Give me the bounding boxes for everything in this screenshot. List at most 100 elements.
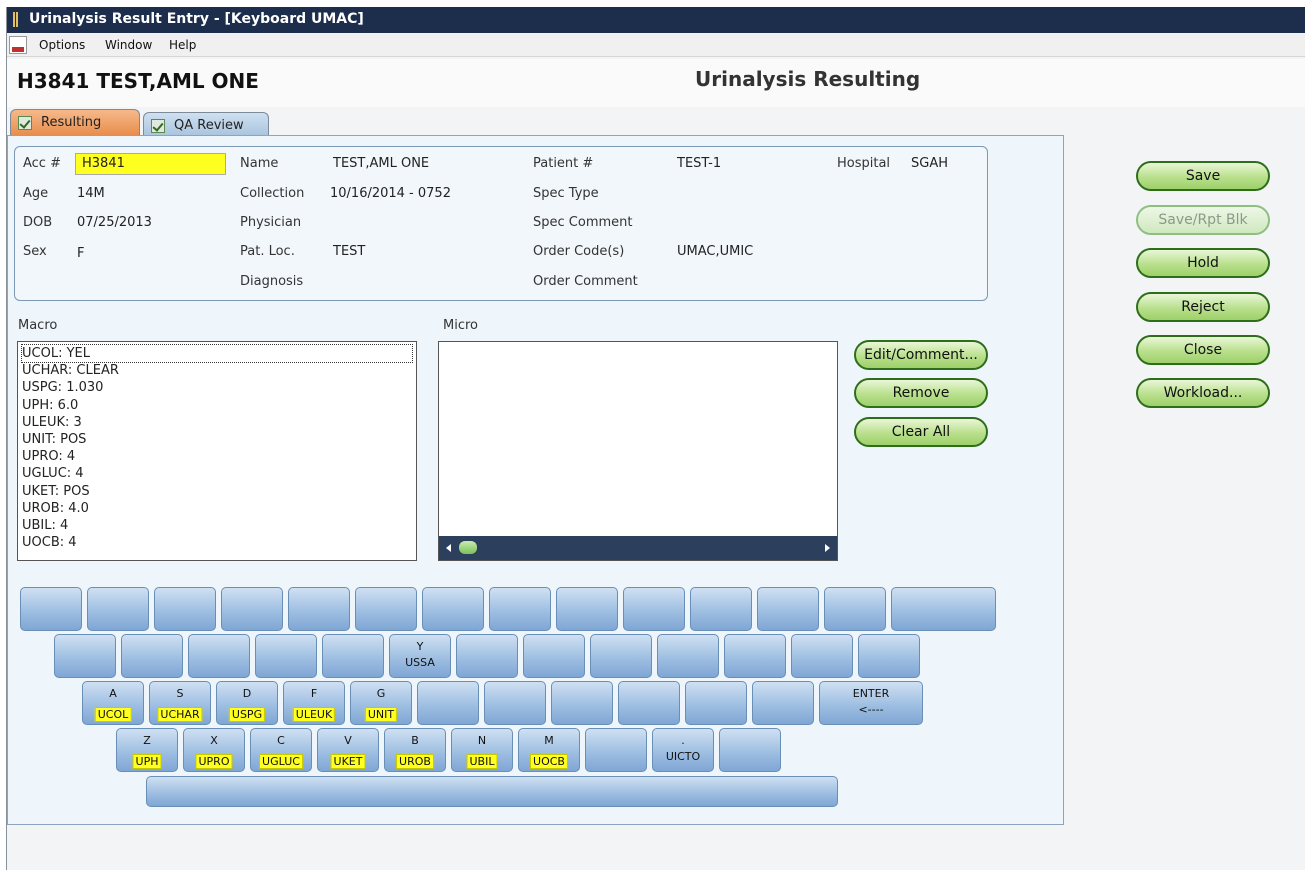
key-blank[interactable]: [556, 587, 618, 631]
list-item[interactable]: UPH: 6.0: [22, 397, 412, 414]
key-period[interactable]: . UICTO: [652, 728, 714, 772]
micro-results-list[interactable]: [438, 341, 838, 561]
accession-input[interactable]: H3841: [75, 153, 226, 175]
key-blank[interactable]: [355, 587, 417, 631]
key-blank[interactable]: [489, 587, 551, 631]
acc-label: Acc #: [23, 156, 61, 171]
remove-button[interactable]: Remove: [854, 378, 988, 408]
key-blank[interactable]: [288, 587, 350, 631]
key-g[interactable]: G UNIT: [350, 681, 412, 725]
list-item[interactable]: UBIL: 4: [22, 517, 412, 534]
key-code: UPRO: [195, 754, 233, 769]
key-c[interactable]: C UGLUC: [250, 728, 312, 772]
list-item[interactable]: ULEUK: 3: [22, 414, 412, 431]
workload-button[interactable]: Workload...: [1136, 378, 1270, 408]
key-letter: Y: [416, 640, 424, 653]
key-f[interactable]: F ULEUK: [283, 681, 345, 725]
key-blank[interactable]: [484, 681, 546, 725]
list-item[interactable]: UPRO: 4: [22, 448, 412, 465]
clear-all-button[interactable]: Clear All: [854, 417, 988, 447]
key-blank[interactable]: [523, 634, 585, 678]
key-blank[interactable]: [623, 587, 685, 631]
key-blank[interactable]: [20, 587, 82, 631]
key-backspace[interactable]: [891, 587, 996, 631]
menu-options[interactable]: Options: [39, 38, 85, 52]
edit-comment-button[interactable]: Edit/Comment...: [854, 340, 988, 370]
key-code: USPG: [228, 707, 266, 722]
dob-value: 07/25/2013: [77, 215, 152, 230]
tab-resulting[interactable]: Resulting: [10, 109, 140, 136]
key-blank[interactable]: [585, 728, 647, 772]
key-blank[interactable]: [121, 634, 183, 678]
app-logo-icon: [13, 12, 18, 27]
list-item[interactable]: UCOL: YEL: [21, 343, 413, 364]
scroll-thumb[interactable]: [459, 541, 477, 554]
key-blank[interactable]: [255, 634, 317, 678]
key-blank[interactable]: [719, 728, 781, 772]
key-blank[interactable]: [154, 587, 216, 631]
list-item[interactable]: UCHAR: CLEAR: [22, 362, 412, 379]
key-blank[interactable]: [724, 634, 786, 678]
pat-loc-label: Pat. Loc.: [240, 244, 295, 259]
key-v[interactable]: V UKET: [317, 728, 379, 772]
key-a[interactable]: A UCOL: [82, 681, 144, 725]
menu-window[interactable]: Window: [105, 38, 152, 52]
key-d[interactable]: D USPG: [216, 681, 278, 725]
key-code: UGLUC: [259, 754, 303, 769]
scroll-right-icon[interactable]: [825, 544, 830, 552]
key-blank[interactable]: [551, 681, 613, 725]
key-blank[interactable]: [657, 634, 719, 678]
horizontal-scrollbar[interactable]: [439, 536, 837, 560]
key-blank[interactable]: [618, 681, 680, 725]
key-s[interactable]: S UCHAR: [149, 681, 211, 725]
key-blank[interactable]: [456, 634, 518, 678]
macro-results-list[interactable]: UCOL: YEL UCHAR: CLEAR USPG: 1.030 UPH: …: [17, 341, 417, 561]
reject-button[interactable]: Reject: [1136, 292, 1270, 322]
key-blank[interactable]: [221, 587, 283, 631]
key-b[interactable]: B UROB: [384, 728, 446, 772]
scroll-left-icon[interactable]: [446, 544, 451, 552]
list-item[interactable]: UOCB: 4: [22, 534, 412, 551]
key-blank[interactable]: [422, 587, 484, 631]
order-codes-value: UMAC,UMIC: [677, 244, 754, 259]
list-item[interactable]: UGLUC: 4: [22, 465, 412, 482]
list-item[interactable]: UKET: POS: [22, 483, 412, 500]
key-blank[interactable]: [188, 634, 250, 678]
key-blank[interactable]: [858, 634, 920, 678]
key-blank[interactable]: [685, 681, 747, 725]
key-blank[interactable]: [590, 634, 652, 678]
key-blank[interactable]: [752, 681, 814, 725]
key-blank[interactable]: [690, 587, 752, 631]
hold-button[interactable]: Hold: [1136, 248, 1270, 278]
key-y[interactable]: Y USSA: [389, 634, 451, 678]
order-codes-label: Order Code(s): [533, 244, 625, 259]
key-z[interactable]: Z UPH: [116, 728, 178, 772]
key-blank[interactable]: [757, 587, 819, 631]
key-blank[interactable]: [417, 681, 479, 725]
close-button[interactable]: Close: [1136, 335, 1270, 365]
checkbox-checked-icon: [151, 119, 165, 133]
menu-bar: Options Window Help: [7, 34, 1305, 57]
key-blank[interactable]: [322, 634, 384, 678]
key-x[interactable]: X UPRO: [183, 728, 245, 772]
list-item[interactable]: UROB: 4.0: [22, 500, 412, 517]
key-enter[interactable]: ENTER <----: [819, 681, 923, 725]
list-item[interactable]: UNIT: POS: [22, 431, 412, 448]
save-rpt-blk-button[interactable]: Save/Rpt Blk: [1136, 205, 1270, 235]
key-m[interactable]: M UOCB: [518, 728, 580, 772]
dob-label: DOB: [23, 215, 53, 230]
document-icon[interactable]: [9, 36, 27, 54]
tab-qa-review[interactable]: QA Review: [143, 112, 269, 136]
key-spacebar[interactable]: [146, 776, 838, 807]
menu-help[interactable]: Help: [169, 38, 196, 52]
key-blank[interactable]: [54, 634, 116, 678]
list-item[interactable]: USPG: 1.030: [22, 379, 412, 396]
key-blank[interactable]: [87, 587, 149, 631]
key-letter: A: [109, 687, 117, 700]
key-blank[interactable]: [824, 587, 886, 631]
key-n[interactable]: N UBIL: [451, 728, 513, 772]
save-button[interactable]: Save: [1136, 161, 1270, 191]
key-blank[interactable]: [791, 634, 853, 678]
key-letter: ENTER: [852, 687, 890, 700]
patient-number-value: TEST-1: [677, 156, 722, 171]
